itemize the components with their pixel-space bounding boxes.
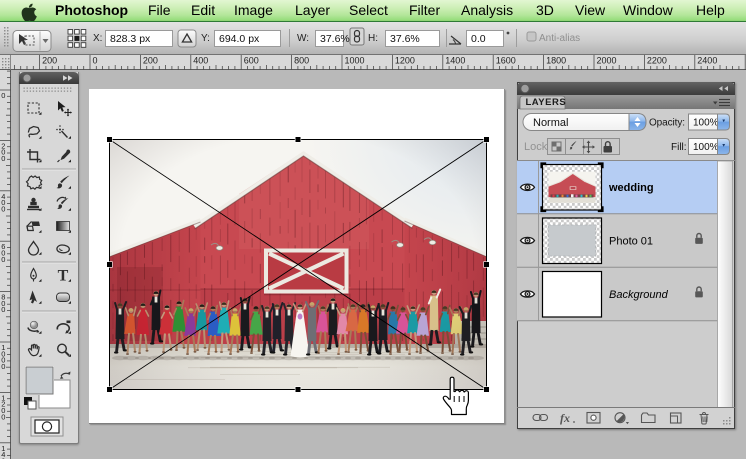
svg-text:2400: 2400: [697, 56, 717, 66]
svg-text:200: 200: [42, 56, 57, 66]
svg-text:1800: 1800: [546, 56, 566, 66]
svg-text:1600: 1600: [496, 56, 516, 66]
svg-text:800: 800: [294, 56, 309, 66]
svg-text:0: 0: [1, 91, 5, 100]
svg-text:1000: 1000: [345, 56, 365, 66]
svg-text:fx: fx: [560, 411, 570, 425]
svg-text:1200: 1200: [395, 56, 415, 66]
svg-text:Fill:: Fill:: [671, 142, 687, 153]
svg-text:Lock:: Lock:: [524, 141, 550, 153]
svg-text:Background: Background: [609, 289, 669, 301]
svg-text:LAYERS: LAYERS: [526, 97, 567, 108]
svg-text:T: T: [58, 268, 69, 285]
svg-text:0: 0: [1, 154, 5, 163]
svg-text:0: 0: [1, 362, 5, 371]
svg-text:Normal: Normal: [533, 117, 568, 129]
svg-text:0: 0: [1, 255, 5, 264]
svg-text:100%: 100%: [693, 118, 719, 129]
svg-text:600: 600: [244, 56, 259, 66]
svg-text:0: 0: [1, 412, 5, 421]
svg-text:Opacity:: Opacity:: [649, 118, 685, 129]
svg-text:200: 200: [143, 56, 158, 66]
svg-text:1400: 1400: [445, 56, 465, 66]
svg-text:0: 0: [1, 204, 5, 213]
svg-text:2200: 2200: [647, 56, 667, 66]
svg-text:0: 0: [93, 56, 98, 66]
svg-text:0: 0: [1, 305, 5, 314]
svg-text:Photo 01: Photo 01: [609, 236, 653, 248]
svg-text:wedding: wedding: [608, 182, 654, 194]
svg-text:100%: 100%: [693, 142, 719, 153]
svg-text:2000: 2000: [597, 56, 617, 66]
svg-text:400: 400: [193, 56, 208, 66]
